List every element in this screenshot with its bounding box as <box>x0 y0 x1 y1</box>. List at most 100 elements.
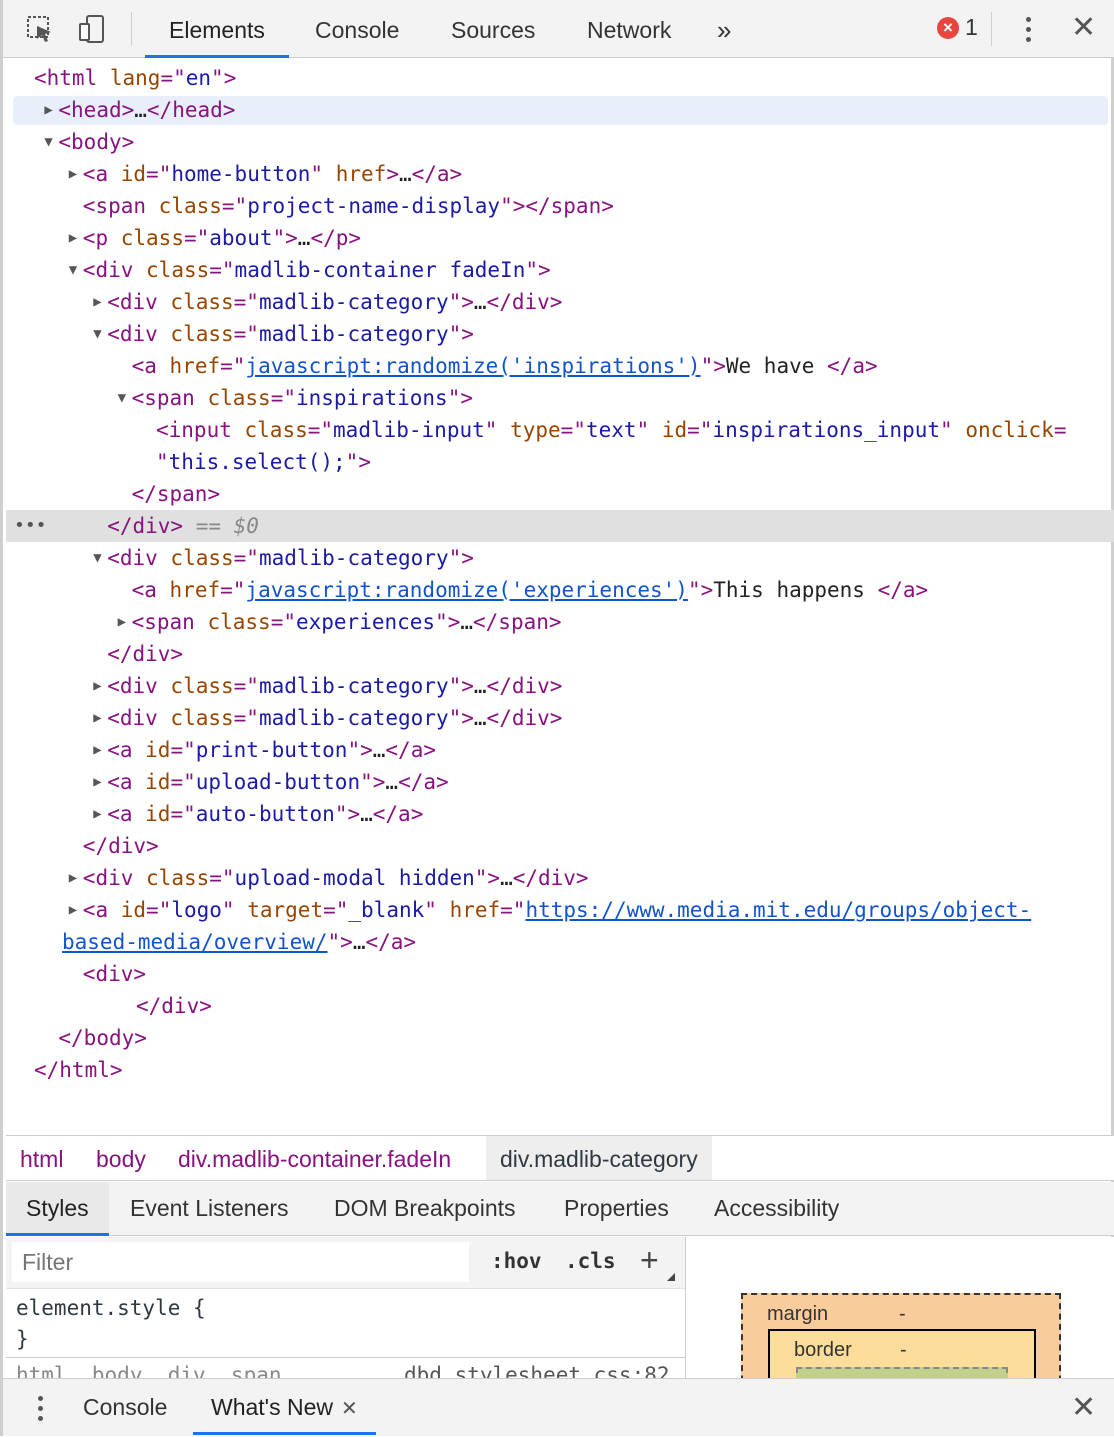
dom-node-line[interactable]: ▼ <div class="madlib-container fadeIn"> <box>6 254 1114 286</box>
dom-node-markup[interactable]: <html lang="en"> <box>34 62 236 94</box>
dom-node-markup[interactable]: <p class="about">…</p> <box>83 222 361 254</box>
dom-node-line[interactable]: ▼ <div class="madlib-category"> <box>6 318 1114 350</box>
dom-node-line[interactable]: <div> <box>6 958 1114 990</box>
close-devtools-button[interactable]: ✕ <box>1071 13 1096 43</box>
dom-node-line[interactable]: ▼ <div class="madlib-category"> <box>6 542 1114 574</box>
tab-accessibility[interactable]: Accessibility <box>694 1182 859 1236</box>
expand-triangle-icon[interactable]: ▶ <box>69 862 77 894</box>
dom-node-line[interactable]: "this.select();"> <box>6 446 1114 478</box>
drawer-tab-console[interactable]: Console <box>65 1379 185 1435</box>
collapse-triangle-icon[interactable]: ▼ <box>93 542 101 574</box>
dom-node-line[interactable]: ▶ <p class="about">…</p> <box>6 222 1114 254</box>
dom-tree[interactable]: <html lang="en"> ▶ <head>…</head> ▼ <body> ▶ <… <box>6 60 1114 1135</box>
dom-node-markup[interactable]: <span class="project-name-display"></spa… <box>83 190 614 222</box>
styles-filter-input[interactable] <box>12 1242 469 1282</box>
dom-node-markup[interactable]: <a id="logo" target="_blank" href="https… <box>83 894 1031 926</box>
dom-node-markup[interactable]: <div> <box>83 958 146 990</box>
dom-node-markup[interactable]: <div class="madlib-category"> <box>107 542 474 574</box>
tab-sources[interactable]: Sources <box>427 0 559 58</box>
customize-menu-icon[interactable] <box>1016 14 1040 44</box>
breadcrumb-item-body[interactable]: body <box>82 1136 160 1180</box>
dom-node-line[interactable]: </div> <box>6 638 1114 670</box>
dom-node-markup[interactable]: <head>…</head> <box>58 94 235 126</box>
dom-node-markup[interactable]: <div class="madlib-category">…</div> <box>107 670 562 702</box>
border-value[interactable]: - <box>900 1339 907 1362</box>
breadcrumb-item-html[interactable]: html <box>6 1136 77 1180</box>
dom-node-markup[interactable]: <input class="madlib-input" type="text" … <box>156 414 1066 446</box>
more-tabs-button[interactable]: » <box>693 0 755 58</box>
expand-triangle-icon[interactable]: ▶ <box>93 670 101 702</box>
device-toolbar-icon[interactable] <box>77 14 107 44</box>
dom-node-markup[interactable]: "this.select();"> <box>156 446 371 478</box>
tab-elements[interactable]: Elements <box>145 0 289 58</box>
dom-node-line[interactable]: ▶ <div class="madlib-category">…</div> <box>6 670 1114 702</box>
breadcrumb-item-category[interactable]: div.madlib-category <box>486 1136 712 1180</box>
dom-node-line[interactable]: ▶ <div class="upload-modal hidden">…</div… <box>6 862 1114 894</box>
dom-node-line[interactable]: </span> <box>6 478 1114 510</box>
drawer-tab-whats-new[interactable]: What's New ✕ <box>193 1379 376 1435</box>
tab-styles[interactable]: Styles <box>6 1182 109 1236</box>
dom-node-line[interactable]: ▼ <span class="inspirations"> <box>6 382 1114 414</box>
dom-node-line[interactable]: ▼ <body> <box>6 126 1114 158</box>
inspect-element-icon[interactable] <box>25 14 55 44</box>
dom-node-markup[interactable]: <body> <box>58 126 134 158</box>
dom-node-line[interactable]: ••• </div> == $0 <box>6 510 1114 542</box>
dom-node-markup[interactable]: <a href="javascript:randomize('experienc… <box>132 574 929 606</box>
dom-node-line[interactable]: ▶ <a id="home-button" href>…</a> <box>6 158 1114 190</box>
collapse-triangle-icon[interactable]: ▼ <box>69 254 77 286</box>
rule-source-link[interactable]: dbd_stylesheet.css:82 <box>404 1363 670 1378</box>
dom-node-line[interactable]: <a href="javascript:randomize('experienc… <box>6 574 1114 606</box>
expand-triangle-icon[interactable]: ▶ <box>69 158 77 190</box>
error-count[interactable]: 1 <box>965 14 978 41</box>
class-toggle-button[interactable]: .cls <box>565 1249 616 1273</box>
dom-node-markup[interactable]: <div class="upload-modal hidden">…</div> <box>83 862 589 894</box>
attribute-link[interactable]: javascript:randomize('inspirations') <box>245 354 700 378</box>
tab-dom-breakpoints[interactable]: DOM Breakpoints <box>314 1182 536 1236</box>
dom-node-markup[interactable]: </body> <box>58 1022 147 1054</box>
dom-node-line[interactable]: <input class="madlib-input" type="text" … <box>6 414 1114 446</box>
expand-triangle-icon[interactable]: ▶ <box>93 734 101 766</box>
breadcrumb-item-container[interactable]: div.madlib-container.fadeIn <box>164 1136 465 1180</box>
dom-node-line[interactable]: ▶ <span class="experiences">…</span> <box>6 606 1114 638</box>
expand-triangle-icon[interactable]: ▶ <box>93 798 101 830</box>
box-model-border[interactable]: border - <box>768 1329 1036 1378</box>
dom-node-markup[interactable]: <a id="auto-button">…</a> <box>107 798 423 830</box>
expand-triangle-icon[interactable]: ▶ <box>118 606 126 638</box>
dom-node-markup[interactable]: </div> <box>107 638 183 670</box>
tab-network[interactable]: Network <box>563 0 695 58</box>
tab-properties[interactable]: Properties <box>544 1182 689 1236</box>
dom-node-line[interactable]: </html> <box>6 1054 1114 1086</box>
dom-node-markup[interactable]: <a id="upload-button">…</a> <box>107 766 448 798</box>
dom-node-markup[interactable]: <a id="print-button">…</a> <box>107 734 436 766</box>
attribute-link[interactable]: https://www.media.mit.edu/groups/object- <box>525 898 1031 922</box>
dom-node-markup[interactable]: </html> <box>34 1054 123 1086</box>
dom-node-markup[interactable]: <span class="inspirations"> <box>132 382 473 414</box>
dom-node-line[interactable]: based-media/overview/">…</a> <box>6 926 1114 958</box>
dom-node-line[interactable]: ▶ <a id="upload-button">…</a> <box>6 766 1114 798</box>
collapse-triangle-icon[interactable]: ▼ <box>118 382 126 414</box>
node-actions-icon[interactable]: ••• <box>14 510 47 542</box>
dom-node-line[interactable]: </div> <box>6 830 1114 862</box>
attribute-link[interactable]: based-media/overview/ <box>62 930 328 954</box>
dom-node-markup[interactable]: </span> <box>132 478 221 510</box>
expand-triangle-icon[interactable]: ▶ <box>93 286 101 318</box>
collapse-triangle-icon[interactable]: ▼ <box>93 318 101 350</box>
new-style-rule-button[interactable]: + <box>640 1243 659 1277</box>
dom-node-markup[interactable]: <div class="madlib-category"> <box>107 318 474 350</box>
dom-node-line[interactable]: <html lang="en"> <box>6 62 1114 94</box>
dom-node-line[interactable]: ▶ <div class="madlib-category">…</div> <box>6 286 1114 318</box>
dom-node-line[interactable]: <span class="project-name-display"></spa… <box>6 190 1114 222</box>
dom-node-line[interactable]: </div> <box>6 990 1114 1022</box>
dom-node-markup[interactable]: </div> <box>136 990 212 1022</box>
expand-triangle-icon[interactable]: ▶ <box>69 894 77 926</box>
dom-node-line[interactable]: </body> <box>6 1022 1114 1054</box>
collapse-triangle-icon[interactable]: ▼ <box>44 126 52 158</box>
dom-node-markup[interactable]: <span class="experiences">…</span> <box>132 606 562 638</box>
dom-node-line[interactable]: ▶ <a id="print-button">…</a> <box>6 734 1114 766</box>
tab-event-listeners[interactable]: Event Listeners <box>110 1182 309 1236</box>
box-model-padding[interactable] <box>796 1367 1008 1378</box>
dom-node-line[interactable]: ▶ <head>…</head> <box>6 94 1114 126</box>
expand-triangle-icon[interactable]: ▶ <box>69 222 77 254</box>
dom-node-markup[interactable]: based-media/overview/">…</a> <box>62 926 416 958</box>
box-model-margin[interactable]: margin - border - <box>741 1293 1061 1378</box>
